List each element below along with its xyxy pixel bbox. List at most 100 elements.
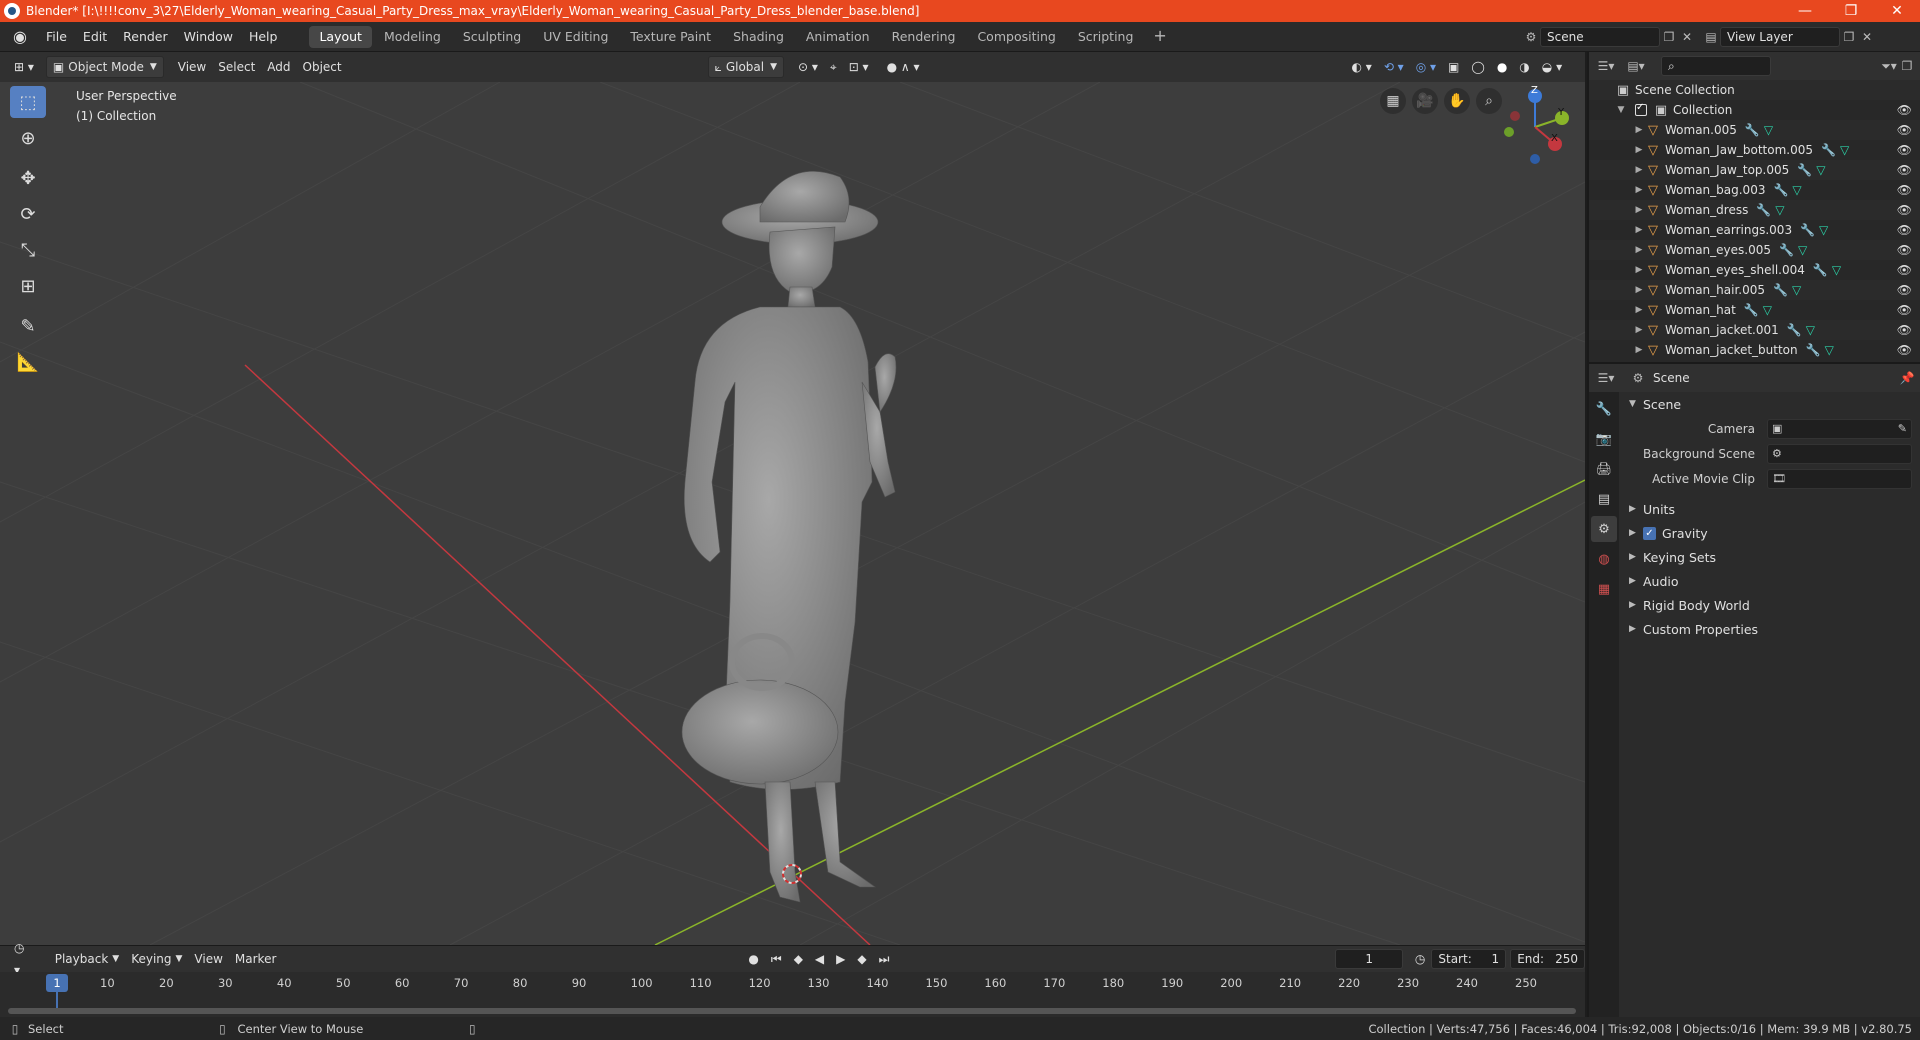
scale-tool-icon[interactable]: ⤡: [10, 234, 46, 266]
outliner-search-input[interactable]: ⌕: [1661, 56, 1771, 76]
tab-sculpting[interactable]: Sculpting: [453, 26, 531, 48]
shading-wireframe-icon[interactable]: ◯: [1465, 56, 1490, 78]
xray-icon[interactable]: ▣: [1442, 56, 1465, 78]
add-workspace-icon[interactable]: +: [1145, 26, 1174, 48]
wrench-icon[interactable]: 🔧: [1806, 343, 1821, 357]
menu-render[interactable]: Render: [115, 26, 176, 48]
wrench-icon[interactable]: 🔧: [1744, 303, 1759, 317]
display-mode-icon[interactable]: ▤▾: [1627, 57, 1645, 75]
new-view-layer-icon[interactable]: ❐: [1840, 28, 1858, 46]
proportional-edit-icon[interactable]: ● ∧ ▾: [881, 56, 926, 78]
wrench-icon[interactable]: 🔧: [1800, 223, 1815, 237]
eye-icon[interactable]: 👁: [1897, 123, 1912, 137]
timeline-scrollbar[interactable]: [8, 1008, 1576, 1014]
pin-icon[interactable]: 📌: [1898, 369, 1916, 387]
tab-compositing[interactable]: Compositing: [967, 26, 1065, 48]
shading-rendered-icon[interactable]: ◒ ▾: [1536, 56, 1568, 78]
scene-panel-header[interactable]: ▼ Scene: [1621, 392, 1920, 416]
menu-edit[interactable]: Edit: [75, 26, 115, 48]
menu-add[interactable]: Add: [261, 56, 296, 78]
outliner-editor-icon[interactable]: ☰▾: [1597, 57, 1615, 75]
eye-icon[interactable]: 👁: [1897, 323, 1912, 337]
zoom-icon[interactable]: ⌕: [1476, 88, 1502, 114]
timeline-editor-icon[interactable]: ◷ ▾: [8, 941, 39, 977]
camera-field[interactable]: ▣ ✎: [1767, 418, 1912, 439]
gizmo-toggle-icon[interactable]: ⟲ ▾: [1378, 56, 1410, 78]
menu-file[interactable]: File: [38, 26, 75, 48]
expand-triangle-icon[interactable]: ▶: [1633, 325, 1645, 335]
jump-next-key-icon[interactable]: ◆: [851, 948, 872, 970]
mesh-data-icon[interactable]: ▽: [1825, 343, 1834, 357]
expand-triangle-icon[interactable]: ▶: [1633, 125, 1645, 135]
eye-icon[interactable]: 👁: [1897, 303, 1912, 317]
audio-panel-header[interactable]: ▶ Audio: [1621, 569, 1920, 593]
collection-row[interactable]: ▼ ▣ Collection 👁: [1589, 100, 1920, 120]
outliner-object-row[interactable]: ▶ ▽ Woman_hair.005 🔧 ▽ 👁: [1589, 280, 1920, 300]
eye-icon[interactable]: 👁: [1897, 183, 1912, 197]
gravity-checkbox[interactable]: ✓: [1643, 526, 1656, 540]
jump-start-icon[interactable]: ⏮: [765, 948, 788, 970]
scene-tab-icon[interactable]: ⚙: [1591, 516, 1617, 542]
expand-triangle-icon[interactable]: ▶: [1633, 285, 1645, 295]
eye-icon[interactable]: 👁: [1897, 163, 1912, 177]
filter-icon[interactable]: ⏷▾: [1880, 57, 1898, 75]
move-tool-icon[interactable]: ✥: [10, 162, 46, 194]
eye-icon[interactable]: 👁: [1897, 103, 1912, 117]
remove-view-layer-icon[interactable]: ✕: [1858, 28, 1876, 46]
outliner-object-row[interactable]: ▶ ▽ Woman_jacket.001 🔧 ▽ 👁: [1589, 320, 1920, 340]
menu-keying[interactable]: Keying ▼: [125, 948, 188, 970]
camera-view-icon[interactable]: 🎥: [1412, 88, 1438, 114]
mesh-data-icon[interactable]: ▽: [1763, 303, 1772, 317]
view-layer-field[interactable]: View Layer: [1720, 27, 1840, 47]
blender-menu-icon[interactable]: ◉: [10, 27, 30, 47]
eyedropper-icon[interactable]: ✎: [1898, 422, 1907, 435]
scene-collection-row[interactable]: ▣ Scene Collection: [1589, 80, 1920, 100]
measure-tool-icon[interactable]: 📐: [10, 346, 46, 378]
eye-icon[interactable]: 👁: [1897, 223, 1912, 237]
clock-icon[interactable]: ◷: [1409, 948, 1431, 970]
menu-help[interactable]: Help: [241, 26, 286, 48]
timeline[interactable]: 1 10 20 30 40 50 60 70 80 90 100 110 120 130 140 150 160…: [0, 972, 1585, 1017]
tab-texture-paint[interactable]: Texture Paint: [620, 26, 721, 48]
minimize-button[interactable]: —: [1782, 0, 1828, 22]
grid-view-icon[interactable]: ▦: [1380, 88, 1406, 114]
menu-marker[interactable]: Marker: [229, 948, 282, 970]
tab-animation[interactable]: Animation: [796, 26, 880, 48]
eye-icon[interactable]: 👁: [1897, 343, 1912, 357]
tab-layout[interactable]: Layout: [309, 25, 372, 48]
end-frame-field[interactable]: End: 250: [1510, 949, 1585, 969]
menu-window[interactable]: Window: [176, 26, 241, 48]
jump-end-icon[interactable]: ⏭: [873, 948, 896, 970]
mesh-data-icon[interactable]: ▽: [1816, 163, 1825, 177]
mesh-data-icon[interactable]: ▽: [1798, 243, 1807, 257]
wrench-icon[interactable]: 🔧: [1745, 123, 1760, 137]
wrench-icon[interactable]: 🔧: [1773, 283, 1788, 297]
rotate-tool-icon[interactable]: ⟳: [10, 198, 46, 230]
collection-checkbox[interactable]: [1635, 102, 1647, 116]
wrench-icon[interactable]: 🔧: [1787, 323, 1802, 337]
expand-triangle-icon[interactable]: ▶: [1633, 145, 1645, 155]
maximize-button[interactable]: ❐: [1828, 0, 1874, 22]
tab-shading[interactable]: Shading: [723, 26, 794, 48]
expand-triangle-icon[interactable]: ▶: [1633, 245, 1645, 255]
custom-properties-panel-header[interactable]: ▶ Custom Properties: [1621, 617, 1920, 641]
mesh-data-icon[interactable]: ▽: [1792, 183, 1801, 197]
shading-material-icon[interactable]: ◑: [1513, 56, 1535, 78]
snap-icon[interactable]: ⌖: [824, 56, 843, 78]
snap-target-icon[interactable]: ⊡ ▾: [843, 56, 875, 78]
tab-rendering[interactable]: Rendering: [882, 26, 966, 48]
expand-triangle-icon[interactable]: ▶: [1633, 225, 1645, 235]
play-icon[interactable]: ▶: [830, 948, 851, 970]
scene-icon[interactable]: ⚙: [1522, 28, 1540, 46]
wrench-icon[interactable]: 🔧: [1797, 163, 1812, 177]
outliner-object-row[interactable]: ▶ ▽ Woman_eyes_shell.004 🔧 ▽ 👁: [1589, 260, 1920, 280]
properties-editor-icon[interactable]: ☰▾: [1597, 369, 1615, 387]
eye-icon[interactable]: 👁: [1897, 243, 1912, 257]
units-panel-header[interactable]: ▶ Units: [1621, 497, 1920, 521]
texture-tab-icon[interactable]: ▦: [1591, 576, 1617, 602]
mode-dropdown[interactable]: ▣ Object Mode ▼: [45, 56, 164, 78]
outliner-object-row[interactable]: ▶ ▽ Woman_eyes.005 🔧 ▽ 👁: [1589, 240, 1920, 260]
select-box-tool-icon[interactable]: ⬚: [10, 86, 46, 118]
outliner-object-row[interactable]: ▶ ▽ Woman.005 🔧 ▽ 👁: [1589, 120, 1920, 140]
tab-scripting[interactable]: Scripting: [1068, 26, 1144, 48]
